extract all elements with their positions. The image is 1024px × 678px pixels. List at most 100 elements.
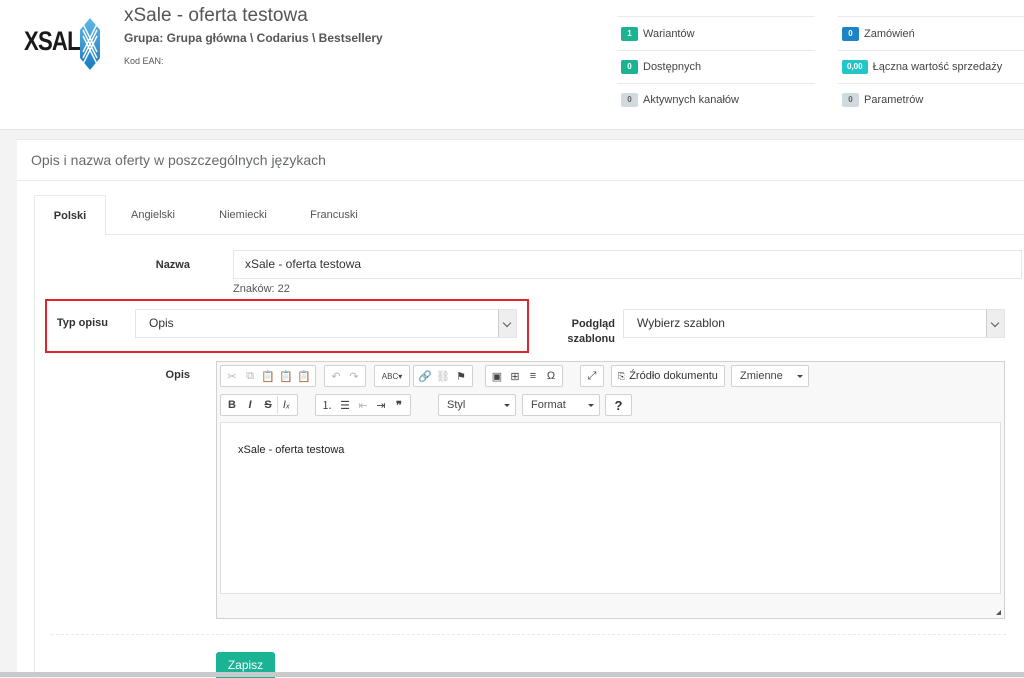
- italic-icon[interactable]: I: [241, 396, 259, 414]
- name-label: Nazwa: [155, 259, 190, 271]
- stat-available: 0 Dostępnych: [621, 60, 701, 74]
- language-tabs: Polski Angielski Niemiecki Francuski: [34, 195, 1024, 236]
- bold-icon[interactable]: B: [223, 396, 241, 414]
- links-group: 🔗 ⛓ ⚑: [413, 365, 473, 387]
- spellcheck-group: ABC▾: [374, 365, 410, 387]
- tab-francuski[interactable]: Francuski: [302, 195, 366, 235]
- maximize-group: ⤢: [580, 365, 604, 387]
- desc-type-label: Typ opisu: [56, 317, 108, 329]
- name-input[interactable]: xSale - oferta testowa: [233, 250, 1022, 279]
- lists-group: ⒈ ☰ ⇤ ⇥ ❞: [315, 394, 411, 416]
- stat-total-sales: 0,00 Łączna wartość sprzedaży: [842, 60, 1002, 74]
- stat-label: Wariantów: [643, 28, 695, 40]
- tab-niemiecki[interactable]: Niemiecki: [210, 195, 276, 235]
- stat-parameters: 0 Parametrów: [842, 93, 923, 107]
- undo-icon[interactable]: ↶: [327, 367, 345, 385]
- tab-angielski[interactable]: Angielski: [122, 195, 184, 235]
- char-count: Znaków: 22: [233, 283, 290, 295]
- editor-text: xSale - oferta testowa: [238, 444, 345, 456]
- resize-handle-icon[interactable]: [996, 610, 1001, 615]
- maximize-icon[interactable]: ⤢: [583, 367, 601, 385]
- basic-styles-group: B I S Iₓ: [220, 394, 298, 416]
- stat-badge: 0,00: [842, 60, 868, 74]
- stat-orders: 0 Zamówień: [842, 27, 915, 41]
- style-dropdown[interactable]: Styl: [438, 394, 516, 416]
- outdent-icon[interactable]: ⇤: [354, 396, 372, 414]
- template-value: Wybierz szablon: [637, 316, 725, 330]
- stat-badge: 0: [621, 93, 638, 107]
- remove-format-icon[interactable]: Iₓ: [277, 396, 295, 414]
- paste-word-icon[interactable]: 📋: [295, 367, 313, 385]
- stats-divider: [617, 83, 815, 84]
- clipboard-group: ✂ ⧉ 📋 📋 📋: [220, 365, 316, 387]
- tab-polski[interactable]: Polski: [34, 195, 106, 236]
- logo-mark-icon: [80, 18, 100, 70]
- stat-label: Zamówień: [864, 28, 915, 40]
- chevron-down-icon: [986, 310, 1004, 337]
- editor-content-area[interactable]: xSale - oferta testowa: [220, 422, 1001, 594]
- indent-icon[interactable]: ⇥: [372, 396, 390, 414]
- desc-type-select[interactable]: Opis: [135, 309, 517, 338]
- anchor-flag-icon[interactable]: ⚑: [452, 367, 470, 385]
- stats-divider: [838, 16, 1024, 17]
- paste-icon[interactable]: 📋: [259, 367, 277, 385]
- stats-divider: [617, 16, 815, 17]
- help-button[interactable]: ?: [605, 394, 632, 416]
- blockquote-icon[interactable]: ❞: [390, 396, 408, 414]
- variables-dropdown[interactable]: Zmienne: [731, 365, 809, 387]
- copy-icon[interactable]: ⧉: [241, 367, 259, 385]
- stats-divider: [838, 83, 1024, 84]
- format-dropdown[interactable]: Format: [522, 394, 600, 416]
- chevron-down-icon: [498, 310, 516, 337]
- caret-down-icon: [504, 404, 510, 407]
- form-divider: [51, 634, 1006, 635]
- special-char-icon[interactable]: Ω: [542, 367, 560, 385]
- horizontal-line-icon[interactable]: ≡: [524, 367, 542, 385]
- stat-label: Aktywnych kanałów: [643, 94, 739, 106]
- redo-icon[interactable]: ↷: [345, 367, 363, 385]
- horizontal-scrollbar[interactable]: [0, 672, 1024, 677]
- stat-label: Dostępnych: [643, 61, 702, 73]
- stats-divider: [838, 50, 1024, 51]
- paste-text-icon[interactable]: 📋: [277, 367, 295, 385]
- caret-down-icon: [797, 375, 803, 378]
- table-icon[interactable]: ⊞: [506, 367, 524, 385]
- stat-badge: 0: [842, 93, 859, 107]
- variables-label: Zmienne: [740, 370, 783, 382]
- stat-badge: 1: [621, 27, 638, 41]
- caret-down-icon: [588, 404, 594, 407]
- stats-divider: [617, 50, 815, 51]
- spellcheck-icon[interactable]: ABC▾: [377, 367, 407, 385]
- stat-active-channels: 0 Aktywnych kanałów: [621, 93, 739, 107]
- numbered-list-icon[interactable]: ⒈: [318, 396, 336, 414]
- unlink-icon[interactable]: ⛓: [434, 367, 452, 385]
- preview-label-line2: szablonu: [567, 333, 615, 345]
- panel-title: Opis i nazwa oferty w poszczególnych jęz…: [31, 152, 326, 168]
- stat-label: Łączna wartość sprzedaży: [872, 61, 1003, 73]
- source-button[interactable]: ⎘ Źródło dokumentu: [611, 365, 725, 387]
- ean-label: Kod EAN:: [124, 56, 164, 66]
- descriptions-panel: Opis i nazwa oferty w poszczególnych jęz…: [17, 139, 1024, 678]
- product-group-path: Grupa: Grupa główna \ Codarius \ Bestsel…: [124, 31, 383, 45]
- stat-variants: 1 Wariantów: [621, 27, 695, 41]
- stat-badge: 0: [842, 27, 859, 41]
- cut-icon[interactable]: ✂: [223, 367, 241, 385]
- image-icon[interactable]: ▣: [488, 367, 506, 385]
- strike-icon[interactable]: S: [259, 396, 277, 414]
- bulleted-list-icon[interactable]: ☰: [336, 396, 354, 414]
- stat-badge: 0: [621, 60, 638, 74]
- desc-type-value: Opis: [149, 316, 174, 330]
- panel-divider: [17, 180, 1024, 181]
- help-icon: ?: [614, 397, 623, 413]
- insert-group: ▣ ⊞ ≡ Ω: [485, 365, 563, 387]
- template-select[interactable]: Wybierz szablon: [623, 309, 1005, 338]
- source-label: Źródło dokumentu: [629, 370, 718, 382]
- preview-label-line1: Podgląd: [571, 318, 615, 330]
- product-header: XSALE xSale - oferta testowa Grupa: Grup…: [0, 0, 1024, 130]
- source-icon: ⎘: [618, 370, 626, 381]
- product-title: xSale - oferta testowa: [124, 5, 308, 26]
- link-icon[interactable]: 🔗: [416, 367, 434, 385]
- rich-text-editor: ✂ ⧉ 📋 📋 📋 ↶ ↷ ABC▾ 🔗 ⛓ ⚑ ▣ ⊞ ≡ Ω ⤢ ⎘ Źró…: [216, 361, 1005, 619]
- history-group: ↶ ↷: [324, 365, 366, 387]
- desc-label: Opis: [165, 369, 190, 381]
